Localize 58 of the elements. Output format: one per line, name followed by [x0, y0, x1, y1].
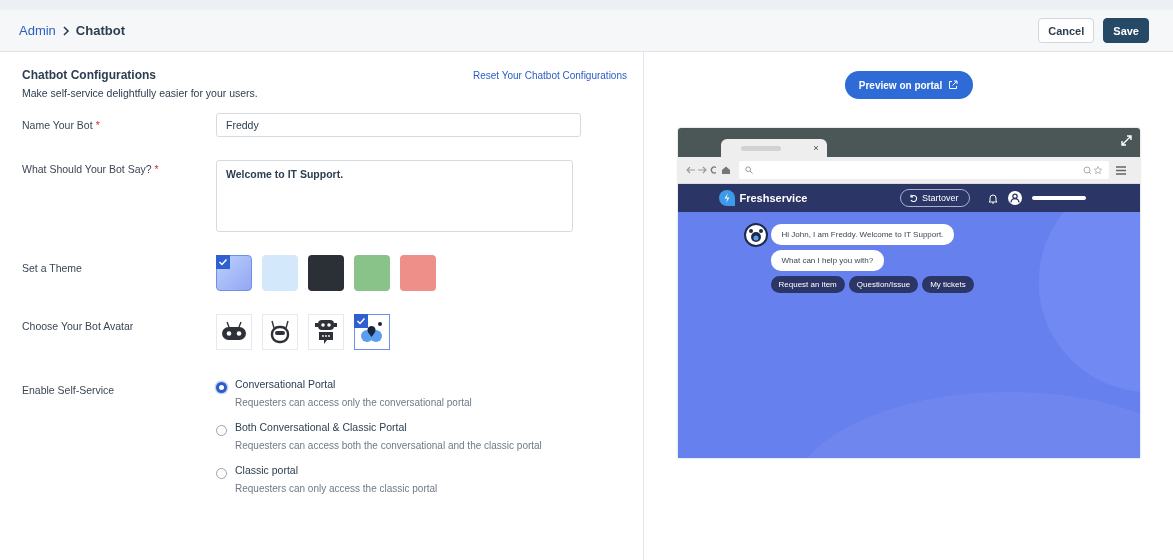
option-description: Requesters can only access the classic portal	[235, 483, 438, 494]
required-mark: *	[95, 119, 100, 131]
option-label: Both Conversational & Classic Portal	[235, 421, 408, 433]
username-placeholder-bar	[1031, 196, 1086, 200]
menu-icon	[1115, 165, 1126, 175]
quick-reply-button[interactable]: Request an item	[770, 276, 845, 293]
option-description: Requesters can access both the conversational and the classic portal	[235, 440, 542, 451]
option-label: Classic portal	[235, 464, 300, 476]
page-title: Chatbot	[75, 23, 125, 38]
expand-icon[interactable]	[1120, 135, 1132, 146]
field-label: Choose Your Bot Avatar	[22, 320, 134, 332]
breadcrumb-link[interactable]: Admin	[19, 23, 56, 38]
radio-button[interactable]	[216, 382, 227, 393]
check-icon	[354, 314, 368, 328]
section-title: Chatbot Configurations	[22, 68, 157, 82]
theme-swatch[interactable]	[262, 255, 298, 291]
robot-icon	[269, 320, 291, 344]
user-avatar-icon[interactable]	[1007, 191, 1022, 205]
required-mark: *	[154, 163, 159, 175]
zoom-star-icons	[1082, 165, 1103, 175]
check-icon	[216, 255, 230, 269]
robot-icon	[314, 319, 338, 345]
theme-swatch[interactable]	[216, 255, 252, 291]
option-description: Requesters can access only the conversational portal	[235, 397, 472, 408]
bell-icon[interactable]	[987, 192, 998, 204]
option-label: Conversational Portal	[235, 378, 337, 390]
chat-bubble: Hi John, I am Freddy. Welcome to IT Support.	[770, 224, 955, 245]
radio-button[interactable]	[216, 468, 227, 479]
chevron-icon	[61, 25, 70, 36]
save-button[interactable]: Save	[1103, 18, 1149, 43]
preview-button[interactable]: Preview on portal	[844, 71, 973, 99]
theme-swatch[interactable]	[400, 255, 436, 291]
field-label: Enable Self-Service	[22, 384, 115, 396]
section-subtitle: Make self-service delightfully easier for your users.	[22, 87, 258, 99]
cancel-button[interactable]: Cancel	[1038, 18, 1095, 43]
quick-reply-button[interactable]: Question/Issue	[848, 276, 919, 293]
navigation-icons	[685, 165, 732, 175]
field-label: What Should Your Bot Say?	[22, 163, 152, 175]
theme-swatch[interactable]	[308, 255, 344, 291]
message-input-field[interactable]: Welcome to IT Support.	[216, 160, 573, 232]
restart-icon	[909, 193, 918, 203]
blob-mascot-icon	[359, 320, 385, 344]
name-input-field[interactable]: Freddy	[216, 113, 581, 137]
close-icon	[812, 145, 819, 151]
robot-icon	[221, 321, 247, 343]
chat-bubble: What can I help you with?	[770, 250, 885, 271]
bot-avatar-icon	[743, 223, 768, 247]
reset-link[interactable]: Reset Your Chatbot Configurations	[473, 70, 627, 81]
quick-reply-button[interactable]: My tickets	[922, 276, 974, 293]
search-icon	[744, 166, 753, 174]
radio-button[interactable]	[216, 425, 227, 436]
field-label: Set a Theme	[22, 262, 82, 274]
brand-name: Freshservice	[739, 192, 808, 204]
bolt-logo-icon	[718, 190, 735, 206]
external-link-icon	[948, 80, 959, 90]
theme-swatch[interactable]	[354, 255, 390, 291]
avatar-option[interactable]	[354, 314, 390, 350]
field-label: Name Your Bot	[22, 119, 93, 131]
